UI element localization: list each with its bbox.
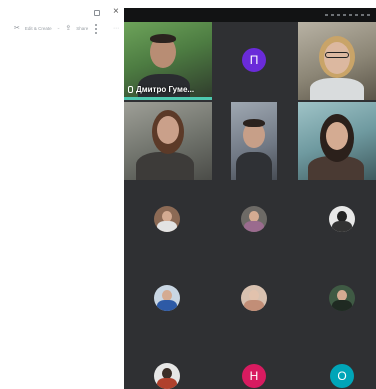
print-icon[interactable] — [95, 24, 98, 34]
microphone-icon — [128, 86, 133, 93]
meeting-top-bar — [124, 8, 376, 22]
chevron-down-icon[interactable]: ⌄ — [57, 25, 61, 31]
share-icon: ⇪ — [65, 25, 72, 32]
active-speaker-indicator — [124, 97, 212, 100]
top-bar-controls — [325, 14, 370, 16]
photo-toolbar: ✂ Edit & Create ⌄ ⇪ Share — [14, 24, 88, 32]
participant-tile-1[interactable]: Дмитро Гуме... — [124, 22, 212, 100]
restore-window-icon[interactable] — [94, 10, 100, 16]
participant-avatar[interactable] — [329, 206, 355, 232]
more-options-icon[interactable]: ⋯ — [113, 25, 119, 32]
photos-viewer-panel: × ✂ Edit & Create ⌄ ⇪ Share ⋯ — [0, 0, 124, 389]
participant-initial-avatar[interactable]: О — [330, 364, 354, 388]
glasses-icon — [325, 52, 349, 58]
participant-tile-6[interactable] — [298, 102, 376, 180]
participant-tile-3[interactable] — [298, 22, 376, 100]
share-button[interactable]: Share — [76, 26, 88, 31]
edit-create-button[interactable]: Edit & Create — [25, 26, 52, 31]
edit-icon: ✂ — [14, 25, 20, 32]
participant-avatar[interactable] — [241, 285, 267, 311]
participant-name: Дмитро Гуме... — [136, 85, 195, 94]
participant-tile-4[interactable] — [124, 102, 212, 180]
participant-avatar[interactable] — [329, 285, 355, 311]
participant-avatar[interactable] — [154, 206, 180, 232]
participant-name-label: Дмитро Гуме... — [124, 85, 212, 94]
participant-tile-5[interactable] — [231, 102, 277, 180]
participant-initial-avatar[interactable]: Н — [242, 364, 266, 388]
participant-avatar[interactable] — [241, 206, 267, 232]
participant-initial-avatar[interactable]: П — [242, 48, 266, 72]
participant-avatar[interactable] — [154, 285, 180, 311]
participant-avatar[interactable] — [154, 363, 180, 389]
close-icon[interactable]: × — [113, 7, 119, 17]
